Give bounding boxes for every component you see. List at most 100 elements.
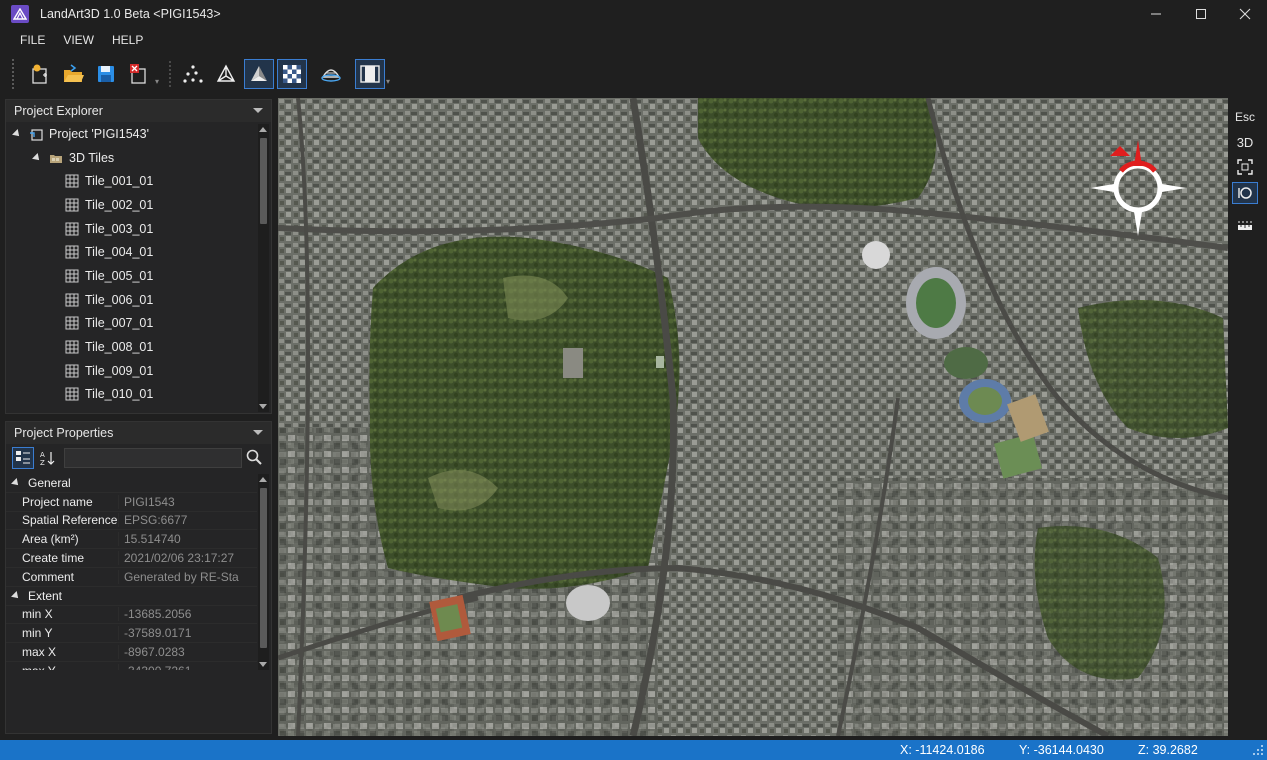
property-value[interactable]: 2021/02/06 23:17:27 bbox=[118, 551, 257, 566]
property-row[interactable]: min Y -37589.0171 bbox=[6, 624, 257, 644]
tree-item-label: Tile_004_01 bbox=[85, 245, 154, 260]
svg-text:A: A bbox=[40, 451, 45, 459]
tree-item-tile[interactable]: Tile_008_01 bbox=[6, 335, 256, 359]
menu-view[interactable]: VIEW bbox=[63, 33, 94, 47]
aerial-map-image[interactable] bbox=[278, 98, 1228, 736]
alphabetical-sort-button[interactable]: AZ bbox=[37, 447, 59, 469]
property-row[interactable]: max X -8967.0283 bbox=[6, 643, 257, 662]
app-logo-icon bbox=[11, 5, 29, 23]
status-bar: X: -11424.0186 Y: -36144.0430 Z: 39.2682 bbox=[0, 740, 1267, 760]
toolbar-overflow-icon-2[interactable]: ▾ bbox=[386, 77, 390, 86]
sky-dome-button[interactable] bbox=[316, 59, 346, 89]
menu-help[interactable]: HELP bbox=[112, 33, 143, 47]
property-value[interactable]: PIGI1543 bbox=[118, 494, 257, 509]
tile-grid-icon bbox=[65, 364, 79, 378]
tile-grid-icon bbox=[65, 198, 79, 212]
property-row[interactable]: Create time 2021/02/06 23:17:27 bbox=[6, 549, 257, 568]
shaded-mode-button[interactable] bbox=[244, 59, 275, 89]
property-name: Create time bbox=[22, 551, 85, 566]
property-row[interactable]: min X -13685.2056 bbox=[6, 606, 257, 625]
property-name: min Y bbox=[22, 626, 53, 641]
open-project-button[interactable] bbox=[58, 59, 88, 89]
property-value[interactable]: -34300.7261 bbox=[118, 663, 257, 670]
menu-file[interactable]: FILE bbox=[20, 33, 45, 47]
chevron-down-icon[interactable] bbox=[253, 108, 263, 113]
tree-item-3d-tiles[interactable]: 3D Tiles bbox=[6, 146, 256, 170]
maximize-button[interactable] bbox=[1178, 0, 1224, 28]
property-row[interactable]: Comment Generated by RE-Sta bbox=[6, 568, 257, 587]
tile-list: Tile_001_01 Tile_002_01 Tile_003_01 Tile_00… bbox=[6, 169, 256, 406]
zoom-extent-button[interactable] bbox=[1232, 156, 1258, 178]
new-project-button[interactable] bbox=[25, 59, 55, 89]
property-category[interactable]: General bbox=[6, 474, 257, 493]
chevron-down-icon[interactable] bbox=[253, 430, 263, 435]
project-properties-title: Project Properties bbox=[14, 426, 114, 440]
toolbar-grip[interactable] bbox=[12, 59, 15, 89]
tiles-folder-icon bbox=[50, 154, 62, 163]
scroll-down-icon[interactable] bbox=[259, 404, 267, 409]
tile-grid-icon bbox=[65, 269, 79, 283]
property-value[interactable]: -13685.2056 bbox=[118, 607, 257, 622]
texture-mode-button[interactable] bbox=[277, 59, 308, 89]
tree-item-tile[interactable]: Tile_010_01 bbox=[6, 383, 256, 407]
toolbar-overflow-icon[interactable]: ▾ bbox=[155, 77, 159, 86]
tree-item-tile[interactable]: Tile_007_01 bbox=[6, 312, 256, 336]
sort-az-icon: AZ bbox=[40, 451, 55, 466]
scroll-down-icon[interactable] bbox=[259, 662, 267, 667]
tree-item-project[interactable]: Project 'PIGI1543' bbox=[6, 122, 256, 146]
close-project-button[interactable] bbox=[124, 59, 154, 89]
sky-dome-icon bbox=[321, 69, 341, 82]
wireframe-mode-button[interactable] bbox=[211, 59, 241, 89]
property-category-label: Extent bbox=[28, 588, 63, 603]
properties-toolbar: AZ bbox=[6, 445, 271, 471]
explorer-scrollbar[interactable] bbox=[258, 124, 269, 412]
tree-item-tile[interactable]: Tile_009_01 bbox=[6, 359, 256, 383]
expand-arrow-icon[interactable] bbox=[12, 128, 22, 139]
properties-search-input[interactable] bbox=[64, 448, 242, 468]
tree-item-label: Tile_002_01 bbox=[85, 197, 154, 212]
minimize-button[interactable] bbox=[1133, 0, 1179, 28]
scroll-up-icon[interactable] bbox=[259, 127, 267, 132]
scroll-thumb[interactable] bbox=[260, 488, 267, 648]
categorized-view-button[interactable] bbox=[12, 447, 34, 469]
search-icon[interactable] bbox=[246, 449, 262, 468]
tree-item-tile[interactable]: Tile_005_01 bbox=[6, 264, 256, 288]
points-mode-button[interactable] bbox=[178, 59, 208, 89]
3d-mode-button[interactable]: 3D bbox=[1232, 131, 1258, 153]
tree-item-tile[interactable]: Tile_003_01 bbox=[6, 217, 256, 241]
scroll-thumb[interactable] bbox=[260, 138, 267, 224]
resize-grip-icon[interactable] bbox=[1252, 744, 1264, 759]
properties-scrollbar[interactable] bbox=[258, 474, 269, 670]
property-row[interactable]: Project name PIGI1543 bbox=[6, 493, 257, 512]
property-value[interactable]: 15.514740 bbox=[118, 532, 257, 547]
property-row[interactable]: Area (km²) 15.514740 bbox=[6, 530, 257, 550]
property-value[interactable]: -37589.0171 bbox=[118, 626, 257, 641]
shaded-mesh-icon bbox=[251, 66, 268, 81]
tree-item-tile[interactable]: Tile_001_01 bbox=[6, 169, 256, 193]
tree-item-tile[interactable]: Tile_006_01 bbox=[6, 288, 256, 312]
3d-viewport[interactable] bbox=[278, 98, 1228, 736]
expand-arrow-icon[interactable] bbox=[11, 590, 21, 601]
property-value[interactable]: Generated by RE-Sta bbox=[118, 569, 257, 584]
tree-item-tile[interactable]: Tile_004_01 bbox=[6, 240, 256, 264]
property-value[interactable]: EPSG:6677 bbox=[118, 513, 257, 528]
property-category[interactable]: Extent bbox=[6, 586, 257, 606]
esc-button[interactable]: Esc bbox=[1232, 106, 1258, 128]
tree-item-tile[interactable]: Tile_002_01 bbox=[6, 193, 256, 217]
measure-button[interactable] bbox=[1232, 216, 1258, 238]
expand-arrow-icon[interactable] bbox=[11, 477, 21, 488]
close-project-icon bbox=[130, 64, 146, 84]
orbit-mode-button[interactable] bbox=[1232, 182, 1258, 204]
property-value[interactable]: -8967.0283 bbox=[118, 645, 257, 660]
panel-layout-button[interactable] bbox=[355, 59, 386, 89]
close-button[interactable] bbox=[1222, 0, 1267, 28]
save-button[interactable] bbox=[91, 59, 121, 89]
project-properties-header: Project Properties bbox=[6, 422, 271, 444]
svg-text:Z: Z bbox=[40, 459, 45, 466]
expand-arrow-icon[interactable] bbox=[32, 152, 42, 163]
zoom-extent-icon bbox=[1237, 159, 1253, 175]
property-row[interactable]: Spatial Reference SEPSG:6677 bbox=[6, 512, 257, 531]
scroll-up-icon[interactable] bbox=[259, 477, 267, 482]
property-category-label: General bbox=[28, 475, 71, 490]
property-row[interactable]: max Y-34300.7261 bbox=[6, 662, 257, 670]
